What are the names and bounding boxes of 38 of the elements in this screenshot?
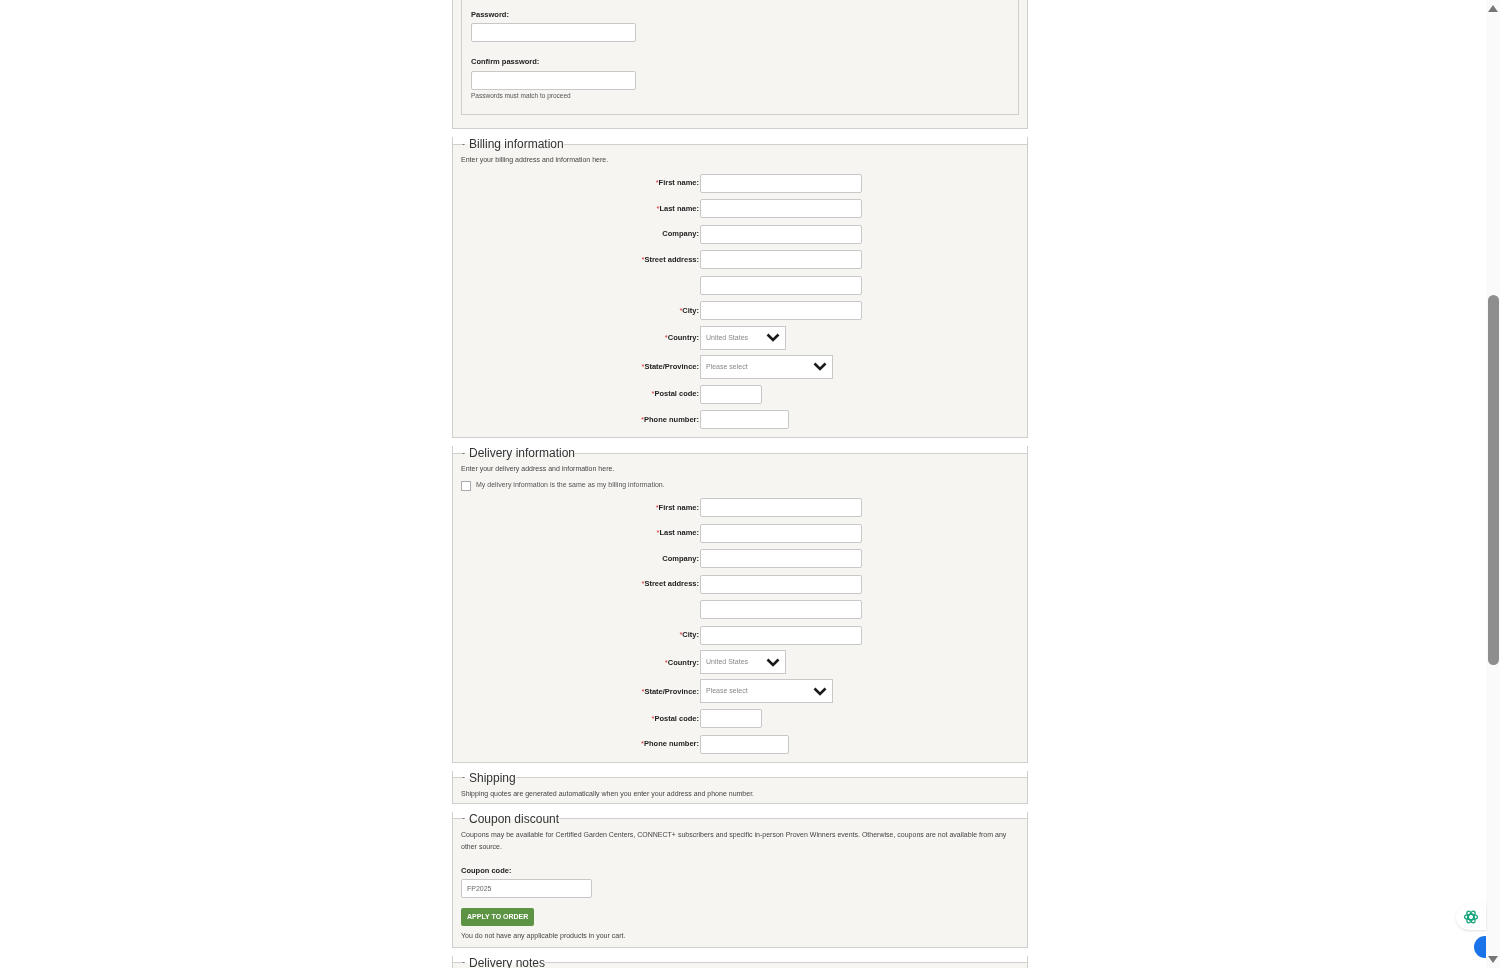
section-title: Billing information: [469, 138, 564, 151]
input-field[interactable]: [700, 275, 862, 295]
collapse-toggle[interactable]: -: [462, 955, 465, 968]
input-field[interactable]: [700, 250, 862, 269]
section-title: Shipping: [469, 771, 516, 784]
collapse-toggle[interactable]: -: [462, 771, 465, 785]
input-field[interactable]: [700, 600, 862, 619]
input-field[interactable]: [700, 549, 862, 568]
scroll-up-icon[interactable]: [1487, 4, 1499, 13]
input-field[interactable]: [700, 625, 862, 645]
chevron-down-icon: [813, 362, 827, 372]
input-field[interactable]: [700, 523, 862, 543]
input-field[interactable]: [700, 410, 789, 429]
collapse-toggle[interactable]: -: [462, 137, 465, 151]
input-field[interactable]: [700, 173, 862, 193]
scrollbar[interactable]: [1486, 0, 1500, 968]
floating-icon[interactable]: [1474, 936, 1486, 958]
collapse-toggle[interactable]: -: [462, 446, 465, 460]
section-title: Delivery information: [469, 447, 576, 460]
checkbox[interactable]: [461, 480, 471, 491]
input-field[interactable]: [700, 574, 862, 594]
password-field[interactable]: [471, 23, 636, 43]
input-field[interactable]: [700, 734, 789, 754]
chevron-down-icon: [766, 657, 780, 667]
assistant-icon[interactable]: [1463, 909, 1479, 925]
input-field[interactable]: [700, 301, 862, 320]
input-field[interactable]: [700, 384, 762, 404]
password-field[interactable]: [471, 70, 636, 90]
chevron-down-icon: [813, 686, 827, 696]
scroll-down-icon[interactable]: [1487, 955, 1499, 964]
input-field[interactable]: [700, 199, 862, 218]
input-field[interactable]: [700, 224, 862, 244]
input-field[interactable]: [700, 498, 862, 517]
collapse-toggle[interactable]: -: [462, 812, 465, 826]
scrollbar-thumb[interactable]: [1487, 295, 1499, 665]
chevron-down-icon: [766, 333, 780, 343]
input-field[interactable]: [700, 709, 762, 728]
section-title: Coupon discount: [469, 812, 560, 825]
